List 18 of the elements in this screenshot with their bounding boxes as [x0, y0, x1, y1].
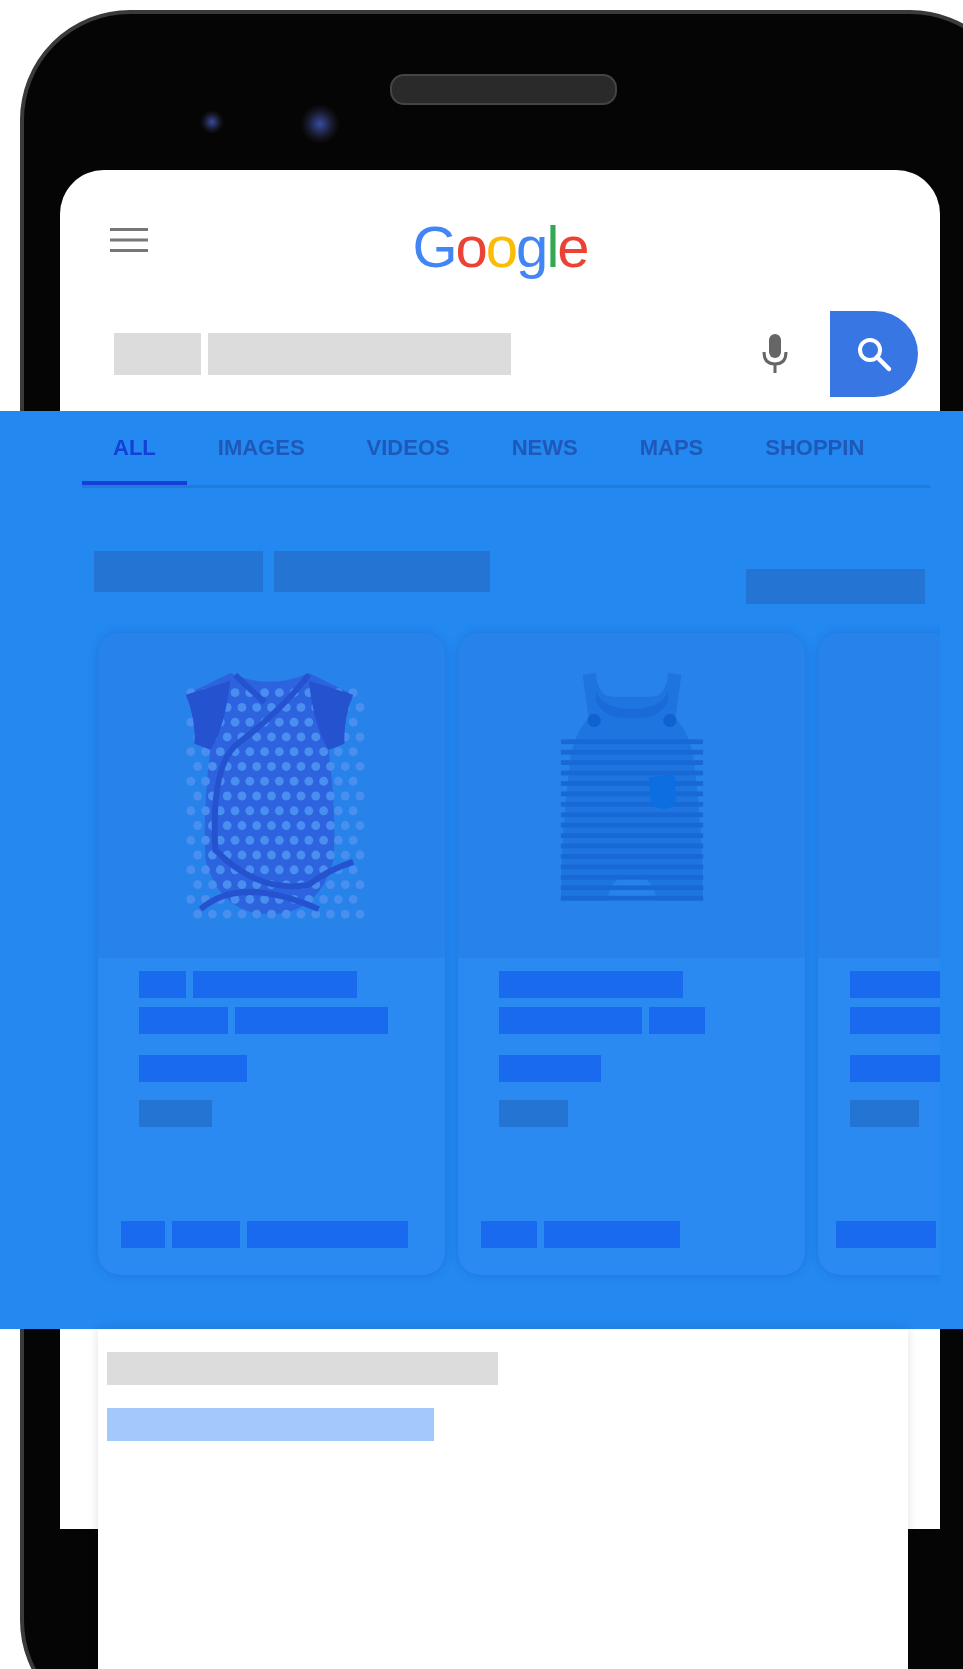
search-tab[interactable]: SHOPPIN	[734, 411, 896, 485]
search-field[interactable]	[60, 311, 940, 411]
placeholder-bar	[481, 1221, 537, 1248]
placeholder-bar	[499, 1100, 568, 1127]
placeholder-bar	[172, 1221, 240, 1248]
search-button[interactable]	[830, 311, 918, 397]
search-tab[interactable]: NEWS	[480, 411, 609, 485]
search-tab[interactable]: MAPS	[608, 411, 735, 485]
menu-icon[interactable]	[110, 227, 148, 253]
search-tab[interactable]: ALL	[82, 411, 187, 485]
search-tab[interactable]: VIDEOS	[335, 411, 481, 485]
sensor-icon	[200, 110, 224, 134]
placeholder-bar	[121, 1221, 165, 1248]
placeholder-bar	[850, 1100, 919, 1127]
placeholder-bar	[649, 1007, 705, 1034]
placeholder-bar	[139, 971, 186, 998]
search-tab[interactable]: IMAGES	[186, 411, 336, 485]
microphone-icon[interactable]	[760, 332, 790, 376]
